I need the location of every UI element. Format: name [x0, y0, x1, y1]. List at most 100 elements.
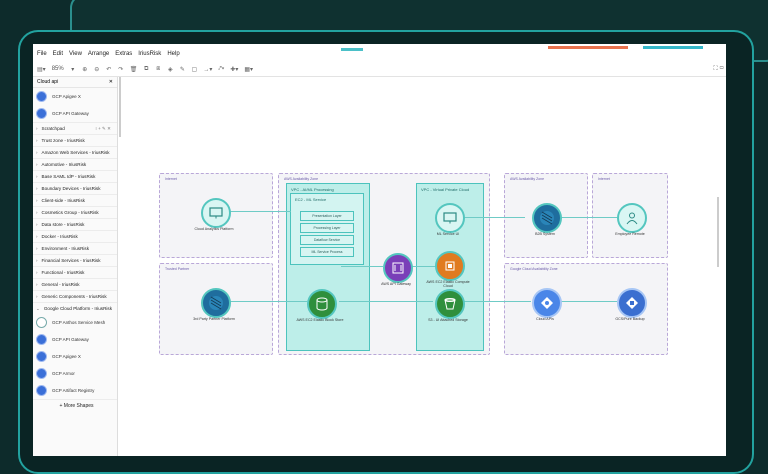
node-label: S3 - UI Attached Storage [428, 318, 468, 322]
category-item[interactable]: › Financial Services - IriusRisk [33, 254, 117, 266]
scratchpad-header[interactable]: › Scratchpad ⁝ + ✎ ✕ [33, 122, 117, 134]
category-item[interactable]: › Functional - IriusRisk [33, 266, 117, 278]
api-gateway-node[interactable] [383, 253, 413, 283]
zoom-level[interactable]: 85% [52, 66, 64, 72]
shape-item[interactable]: GCP API Gateway [33, 331, 117, 348]
backup-icon [626, 297, 638, 309]
menu-iriusrisk[interactable]: IriusRisk [138, 51, 161, 57]
partner-logo-icon [209, 296, 223, 310]
menu-edit[interactable]: Edit [53, 51, 63, 57]
category-item[interactable]: › Environment - IriusRisk [33, 242, 117, 254]
category-item[interactable]: › General - IriusRisk [33, 278, 117, 290]
shape-item[interactable]: GCP Apigee X [33, 88, 117, 105]
node-label: Cloud Analytics Platform [194, 227, 234, 231]
shadow-icon[interactable]: ▢ [191, 66, 197, 73]
b2b-node[interactable] [532, 203, 562, 233]
cloud-apis-node[interactable] [532, 288, 562, 318]
category-item[interactable]: › Amazon Web Services - IriusRisk [33, 146, 117, 158]
menu-file[interactable]: File [37, 51, 47, 57]
user-icon [626, 212, 638, 225]
to-back-icon[interactable]: ⧈ [155, 66, 161, 73]
category-item[interactable]: › Data store - IriusRisk [33, 218, 117, 230]
shape-item[interactable]: GCP Anthos Service Mesh [33, 314, 117, 331]
category-item[interactable]: › Client-side - IriusRisk [33, 194, 117, 206]
category-item[interactable]: › Boundary Devices - IriusRisk [33, 182, 117, 194]
menu-view[interactable]: View [69, 51, 82, 57]
connector[interactable] [227, 211, 291, 212]
service-box[interactable]: Presentation Layer [300, 211, 354, 221]
block-storage-icon [316, 297, 328, 311]
connection-icon[interactable]: →▾ [203, 66, 212, 73]
redo-icon[interactable]: ↷ [118, 66, 124, 73]
employee-node[interactable] [617, 203, 647, 233]
category-item[interactable]: › Docker - IriusRisk [33, 230, 117, 242]
gcp-apigee-icon [36, 91, 47, 102]
node-label: 3rd Party Partner Platform [193, 317, 235, 321]
shape-item[interactable]: GCP Armor [33, 365, 117, 382]
menu-extras[interactable]: Extras [115, 51, 132, 57]
menu-help[interactable]: Help [167, 51, 179, 57]
ec2-node[interactable] [435, 251, 465, 281]
canvas-vertical-scrollbar[interactable] [717, 197, 719, 267]
gcp-apigee-icon [36, 351, 47, 362]
gcp-anthos-icon [36, 317, 47, 328]
ml-service-ui-node[interactable] [435, 203, 465, 233]
cloud-analytics-node[interactable] [201, 198, 231, 228]
partner-node[interactable] [201, 288, 231, 318]
line-color-icon[interactable]: ✎ [179, 66, 185, 73]
node-label: Cloud APIs [536, 317, 554, 321]
waypoint-icon[interactable]: ⤤▾ [218, 66, 224, 73]
category-item-expanded[interactable]: ⌄ Google Cloud Platform - IriusRisk [33, 302, 117, 314]
node-label: AWS EC2 Elastic Block Store [296, 318, 344, 322]
category-item[interactable]: › Trust zone - IriusRisk [33, 134, 117, 146]
zoom-out-icon[interactable]: ⊖ [94, 66, 100, 73]
sidebar-search-title: Cloud api [37, 79, 59, 85]
shape-item[interactable]: GCP Artifact Registry [33, 382, 117, 399]
service-box[interactable]: Dataflow Service [300, 235, 354, 245]
undo-icon[interactable]: ↶ [106, 66, 112, 73]
view-panel-icon[interactable]: ▤▾ [37, 66, 46, 73]
connector[interactable] [461, 217, 525, 218]
connector[interactable] [227, 301, 307, 302]
zoom-in-icon[interactable]: ⊕ [82, 66, 88, 73]
menu-bar: File Edit View Arrange Extras IriusRisk … [33, 48, 726, 60]
shape-item[interactable]: GCP API Gateway [33, 105, 117, 122]
shapes-sidebar: Cloud api ✕ GCP Apigee X GCP API Gateway… [33, 77, 118, 456]
close-icon[interactable]: ✕ [109, 79, 113, 85]
toolbar: ▤▾ 85% ▾ ⊕ ⊖ ↶ ↷ 🗑 ⧉ ⧈ ◈ ✎ ▢ →▾ ⤤▾ ✚▾ ▦▾… [33, 62, 726, 77]
category-item[interactable]: › Automotive - IriusRisk [33, 158, 117, 170]
menu-arrange[interactable]: Arrange [88, 51, 109, 57]
gcs-backup-node[interactable] [617, 288, 647, 318]
category-item[interactable]: › Generic Components - IriusRisk [33, 290, 117, 302]
service-box[interactable]: ML Service Process [300, 247, 354, 257]
ebs-node[interactable] [307, 289, 337, 319]
s3-node[interactable] [435, 289, 465, 319]
node-label: AWS EC2 Elastic Compute Cloud [426, 280, 470, 289]
node-label: Employee Remote [615, 232, 645, 236]
delete-icon[interactable]: 🗑 [130, 66, 138, 73]
category-item[interactable]: › Base SAML IdP - IriusRisk [33, 170, 117, 182]
table-icon[interactable]: ▦▾ [244, 66, 253, 73]
fullscreen-icon[interactable]: ⛶ ▭ [713, 66, 724, 73]
connector[interactable] [339, 301, 433, 302]
node-label: AWS API Gateway [381, 282, 411, 286]
category-item[interactable]: › Cosmetics Group - IriusRisk [33, 206, 117, 218]
fill-color-icon[interactable]: ◈ [167, 66, 173, 73]
shape-item[interactable]: GCP Apigee X [33, 348, 117, 365]
diagram-canvas[interactable]: Internet Trusted Partner AWS Availabilit… [121, 77, 726, 456]
service-box[interactable]: Processing Layer [300, 223, 354, 233]
scratchpad-label: Scratchpad [41, 126, 65, 131]
bucket-icon [444, 298, 456, 310]
insert-icon[interactable]: ✚▾ [230, 66, 238, 73]
shape-label: GCP Apigee X [52, 94, 81, 99]
more-shapes-button[interactable]: + More Shapes [33, 399, 117, 411]
node-label: B2B System [535, 232, 555, 236]
to-front-icon[interactable]: ⧉ [143, 66, 149, 73]
gcp-artifact-registry-icon [36, 385, 47, 396]
zoom-dropdown-icon[interactable]: ▾ [70, 66, 76, 73]
connector[interactable] [341, 266, 383, 267]
scratchpad-tools-icon[interactable]: ⁝ + ✎ ✕ [95, 126, 111, 132]
connector[interactable] [461, 301, 531, 302]
monitor-icon [209, 207, 223, 219]
gcp-api-gateway-icon [36, 108, 47, 119]
